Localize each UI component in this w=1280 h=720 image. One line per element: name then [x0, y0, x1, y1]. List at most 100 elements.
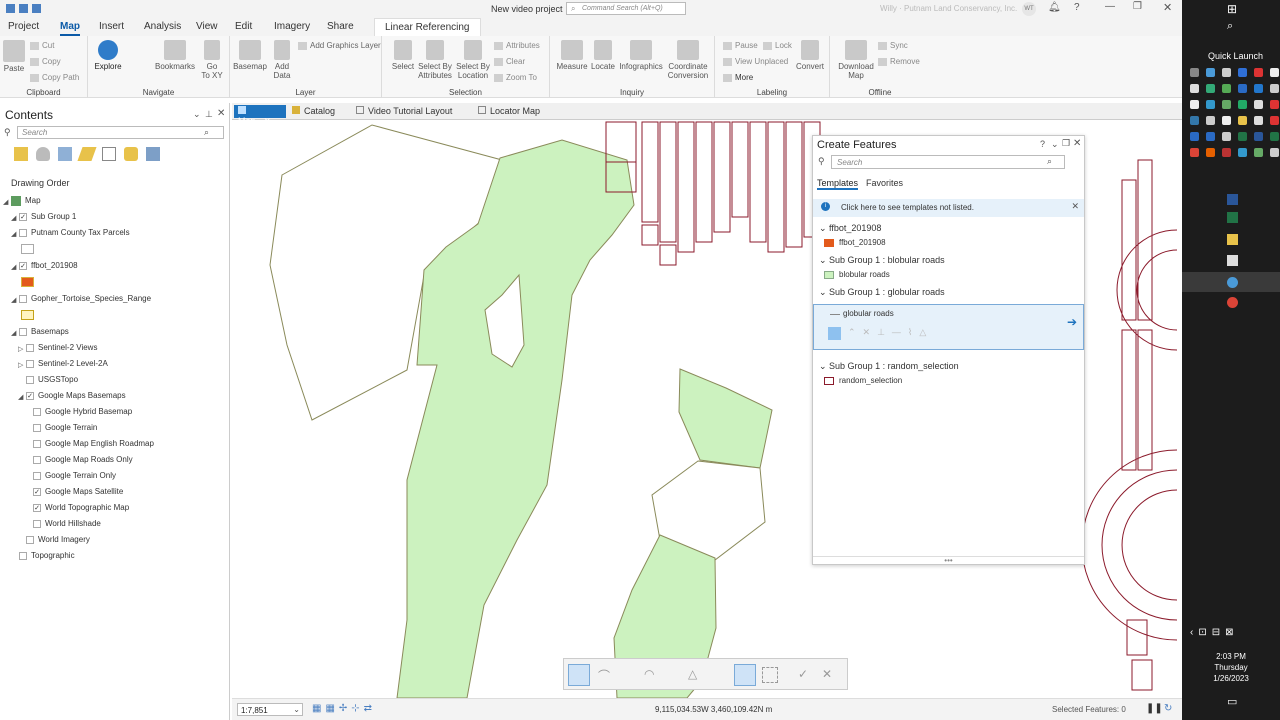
notification-center-icon[interactable]: ▭: [1227, 695, 1237, 708]
arc-tool-button[interactable]: ◠: [644, 667, 654, 681]
lock-labeling-button[interactable]: Lock: [763, 41, 792, 50]
pin-icon[interactable]: ⊥: [205, 109, 213, 120]
tab-video-tutorial-layout[interactable]: Video Tutorial Layout: [352, 105, 456, 118]
clear-button[interactable]: Clear: [494, 57, 525, 66]
copy-button[interactable]: Copy: [30, 57, 61, 66]
pane-options-icon[interactable]: ⌄: [193, 109, 201, 120]
help-icon[interactable]: ?: [1074, 2, 1080, 13]
line-tool-button[interactable]: ⌒: [598, 667, 610, 684]
select-by-location-button[interactable]: Select By Location: [454, 40, 492, 80]
finish-button[interactable]: ✓: [798, 667, 808, 681]
maximize-icon[interactable]: ❐: [1062, 138, 1070, 149]
tab-share[interactable]: Share: [327, 21, 354, 32]
template-blobular-roads[interactable]: blobular roads: [824, 270, 890, 279]
excel-icon[interactable]: [1227, 212, 1238, 223]
layer-google-terrain[interactable]: Google Terrain: [33, 423, 97, 432]
tab-map[interactable]: Map: [60, 21, 80, 36]
clock[interactable]: 2:03 PM Thursday 1/26/2023: [1182, 651, 1280, 684]
tab-project[interactable]: Project: [8, 21, 39, 32]
command-search-input[interactable]: ⌕ Command Search (Alt+Q): [566, 2, 686, 15]
layer-google-roads-only[interactable]: Google Map Roads Only: [33, 455, 133, 464]
tab-favorites[interactable]: Favorites: [866, 178, 903, 188]
resize-handle[interactable]: •••: [813, 556, 1084, 565]
minimize-icon[interactable]: —: [1105, 1, 1115, 12]
layer-gopher-tortoise[interactable]: Gopher_Tortoise_Species_Range: [19, 294, 151, 303]
collapse-icon[interactable]: ▷: [18, 345, 23, 353]
search-icon[interactable]: ⌕: [1227, 20, 1233, 33]
windows-start-icon[interactable]: ⊞: [1227, 2, 1237, 16]
cancel-button[interactable]: ✕: [822, 667, 832, 681]
template-globular-roads[interactable]: globular roads ⌃✕⊥—⌇△ ➔: [813, 304, 1084, 350]
layer-google-maps-basemaps[interactable]: Google Maps Basemaps: [26, 391, 126, 400]
expand-icon[interactable]: ◢: [11, 329, 16, 337]
word-icon[interactable]: [1227, 194, 1238, 205]
maximize-icon[interactable]: ❐: [1133, 1, 1142, 12]
tray-icons[interactable]: ‹⊡⊟⊠: [1190, 627, 1238, 638]
locate-button[interactable]: Locate: [588, 40, 618, 71]
layer-putnam-tax-parcels[interactable]: Putnam County Tax Parcels: [19, 228, 130, 237]
template-random-selection[interactable]: random_selection: [824, 376, 902, 385]
expand-icon[interactable]: ◢: [18, 393, 23, 401]
tab-analysis[interactable]: Analysis: [144, 21, 181, 32]
notification-icon[interactable]: 🔔︎: [1048, 2, 1061, 13]
file-explorer-icon[interactable]: [1227, 234, 1238, 245]
copy-path-button[interactable]: Copy Path: [30, 73, 79, 82]
layer-sentinel-level-2a[interactable]: Sentinel-2 Level-2A: [26, 359, 108, 368]
zoom-to-button[interactable]: Zoom To: [494, 73, 537, 82]
layer-usgstopo[interactable]: USGSTopo: [26, 375, 78, 384]
more-labeling-button[interactable]: More: [723, 73, 753, 82]
cut-button[interactable]: Cut: [30, 41, 54, 50]
close-icon[interactable]: ✕: [1073, 138, 1081, 149]
tab-catalog[interactable]: Catalog: [288, 105, 339, 118]
select-by-attributes-button[interactable]: Select By Attributes: [416, 40, 454, 80]
layer-ffbot[interactable]: ffbot_201908: [19, 261, 78, 270]
template-ffbot[interactable]: ffbot_201908: [824, 238, 886, 247]
expand-icon[interactable]: ◢: [11, 263, 16, 271]
snapping-icon[interactable]: [102, 147, 116, 161]
quick-access-toolbar[interactable]: [6, 4, 76, 14]
select-button[interactable]: Select: [388, 40, 418, 71]
tab-locator-map[interactable]: Locator Map: [474, 105, 544, 118]
chrome-icon[interactable]: [1227, 297, 1238, 308]
tab-insert[interactable]: Insert: [99, 21, 124, 32]
tab-templates[interactable]: Templates: [817, 178, 859, 190]
layer-basemaps[interactable]: Basemaps: [19, 327, 69, 336]
template-group-header[interactable]: ⌄ Sub Group 1 : random_selection: [819, 361, 959, 372]
contents-search-input[interactable]: Search ⌕: [17, 126, 224, 139]
filter-icon[interactable]: ⚲: [818, 156, 825, 167]
editing-icon[interactable]: [77, 147, 97, 161]
templates-search-input[interactable]: Search ⌕: [831, 155, 1065, 169]
attributes-button[interactable]: Attributes: [494, 41, 540, 50]
view-unplaced-button[interactable]: View Unplaced: [723, 57, 788, 66]
download-map-button[interactable]: Download Map: [834, 40, 878, 80]
template-group-header[interactable]: ⌄ Sub Group 1 : globular roads: [819, 287, 945, 298]
refresh-icon[interactable]: ↻: [1164, 703, 1172, 714]
tab-imagery[interactable]: Imagery: [274, 21, 310, 32]
data-source-icon[interactable]: [36, 147, 50, 161]
tab-view[interactable]: View: [196, 21, 218, 32]
add-graphics-layer-button[interactable]: Add Graphics Layer: [298, 41, 381, 50]
layer-topographic[interactable]: Topographic: [19, 551, 75, 560]
map-nav-icons[interactable]: ▦▦✢⊹⇄: [312, 703, 376, 714]
avatar[interactable]: WT: [1022, 2, 1036, 16]
add-data-button[interactable]: Add Data: [268, 40, 296, 80]
layer-sub-group-1[interactable]: Sub Group 1: [19, 212, 76, 221]
scale-select[interactable]: 1:7,851 ⌄: [237, 703, 303, 716]
quick-launch-icons[interactable]: [1188, 66, 1279, 162]
layer-world-hillshade[interactable]: World Hillshade: [33, 519, 101, 528]
explore-button[interactable]: Explore: [92, 40, 124, 71]
info-banner[interactable]: i Click here to see templates not listed…: [813, 199, 1084, 217]
layer-google-terrain-only[interactable]: Google Terrain Only: [33, 471, 116, 480]
layer-google-hybrid[interactable]: Google Hybrid Basemap: [33, 407, 132, 416]
close-pane-icon[interactable]: ✕: [217, 108, 225, 119]
pane-options-icon[interactable]: ⌄: [1051, 139, 1059, 150]
layer-google-satellite[interactable]: Google Maps Satellite: [33, 487, 123, 496]
template-group-header[interactable]: ⌄ Sub Group 1 : blobular roads: [819, 255, 945, 266]
coordinate-conversion-button[interactable]: Coordinate Conversion: [664, 40, 712, 80]
expand-icon[interactable]: ◢: [11, 296, 16, 304]
template-group-header[interactable]: ⌄ ffbot_201908: [819, 223, 881, 234]
layer-world-topographic[interactable]: World Topographic Map: [33, 503, 129, 512]
measure-button[interactable]: Measure: [554, 40, 590, 71]
layer-world-imagery[interactable]: World Imagery: [26, 535, 90, 544]
arcgis-pro-taskbar-item[interactable]: [1182, 272, 1280, 292]
